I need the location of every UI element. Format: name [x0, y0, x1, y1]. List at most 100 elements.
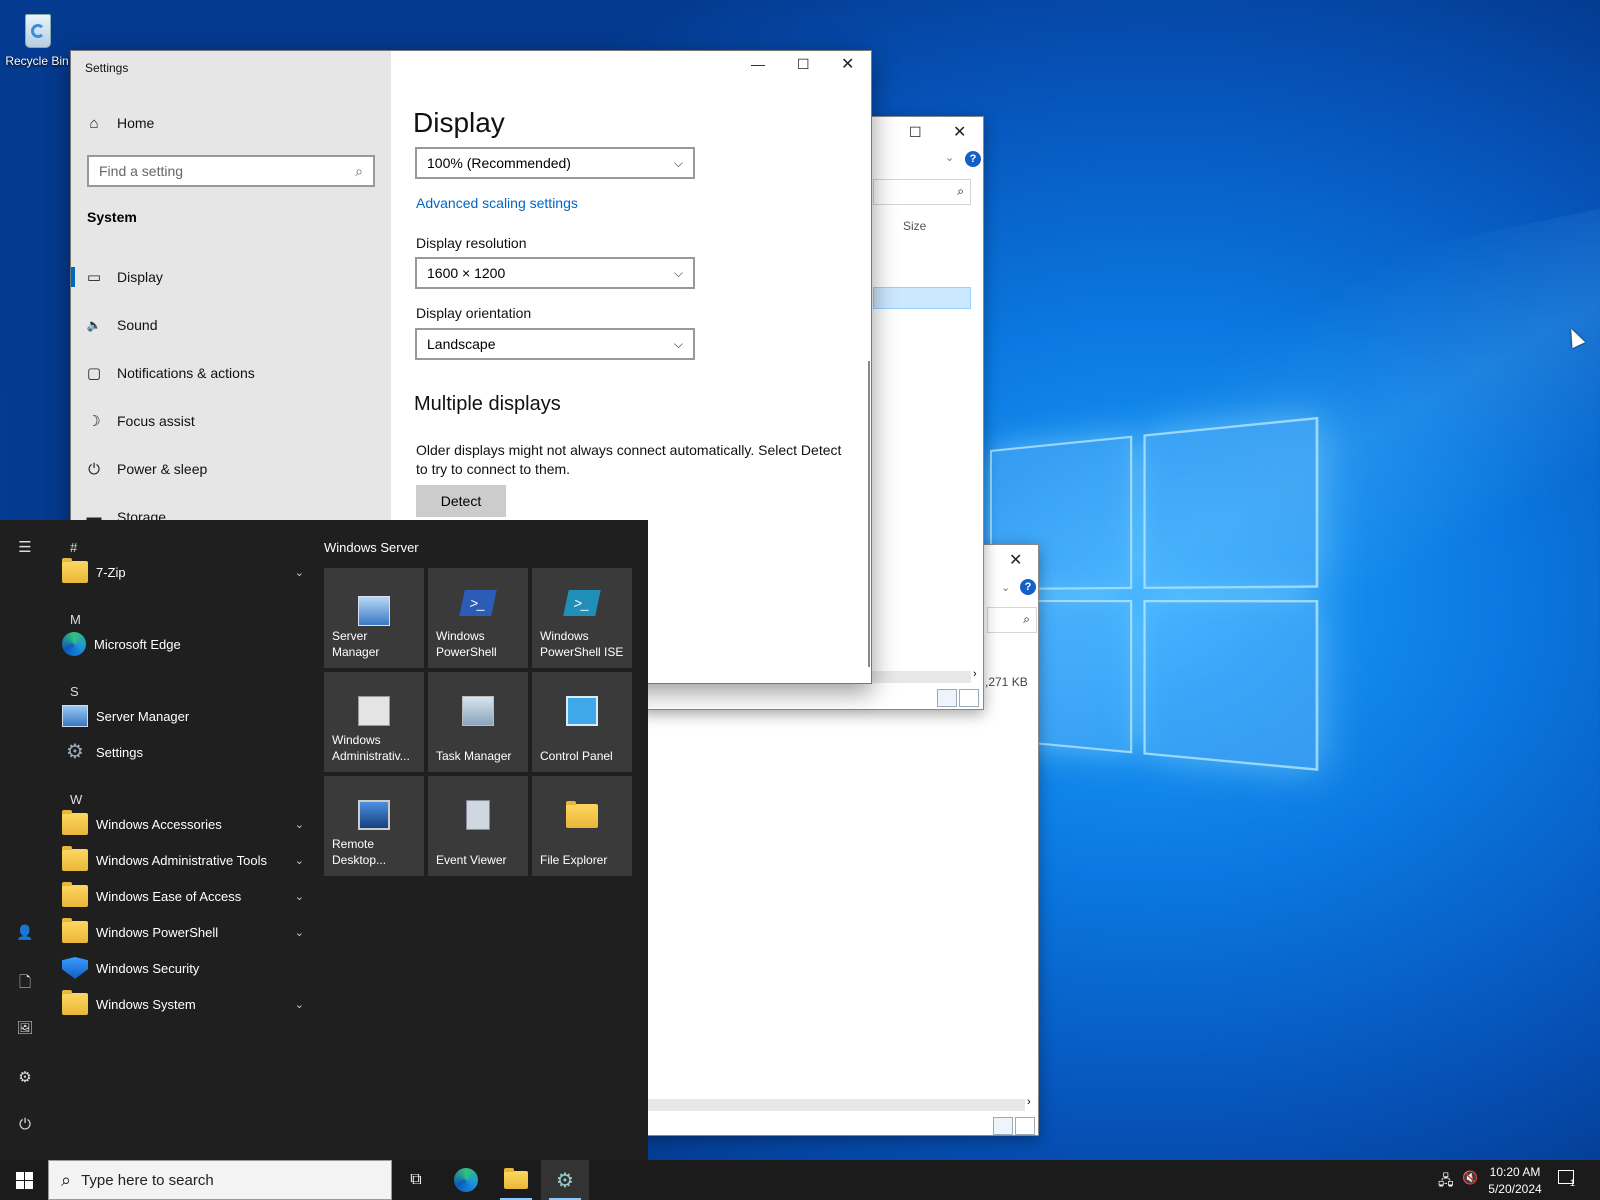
nav-power-sleep[interactable]: ⏻ Power & sleep	[71, 449, 391, 489]
app-7-zip[interactable]: 7-Zip ⌄	[62, 556, 312, 588]
power-icon: ⏻	[88, 460, 100, 478]
chevron-down-icon: ⌄	[294, 998, 304, 1011]
large-icons-view-button[interactable]	[1015, 1117, 1035, 1135]
start-button[interactable]	[0, 1160, 48, 1200]
chevron-down-icon: ⌄	[294, 926, 304, 939]
horizontal-scrollbar[interactable]	[641, 1099, 1025, 1111]
nav-notifications[interactable]: ▢ Notifications & actions	[71, 353, 391, 393]
settings-gear-icon[interactable]: ⚙	[14, 1068, 36, 1086]
letter-header-w[interactable]: W	[70, 792, 82, 807]
multiple-displays-text: Older displays might not always connect …	[416, 442, 842, 477]
app-label: Windows System	[96, 996, 196, 1012]
file-explorer-icon	[504, 1168, 528, 1189]
tile-control-panel[interactable]: Control Panel	[532, 672, 632, 772]
user-icon[interactable]: 👤	[14, 924, 36, 941]
chevron-down-icon: ⌵	[673, 336, 683, 351]
help-icon[interactable]: ?	[965, 151, 981, 167]
resolution-dropdown[interactable]: 1600 × 1200 ⌵	[415, 257, 695, 289]
hamburger-menu-icon[interactable]: ☰	[14, 538, 36, 556]
nav-sound[interactable]: 🔈 Sound	[71, 305, 391, 345]
search-box[interactable]: ⌕	[873, 179, 971, 205]
chevron-down-icon: ⌵	[673, 155, 683, 170]
task-manager-icon	[462, 696, 494, 726]
search-box[interactable]: ⌕	[987, 607, 1037, 633]
letter-header-s[interactable]: S	[70, 684, 79, 699]
nav-display[interactable]: ▭ Display	[71, 257, 391, 297]
scale-dropdown[interactable]: 100% (Recommended) ⌵	[415, 147, 695, 179]
pictures-icon[interactable]: 🖼	[14, 1020, 36, 1036]
app-windows-system[interactable]: Windows System ⌄	[62, 988, 312, 1020]
nav-home-label: Home	[117, 115, 155, 131]
tile-task-manager[interactable]: Task Manager	[428, 672, 528, 772]
taskbar-search-placeholder: Type here to search	[81, 1171, 214, 1189]
nav-focus-assist-label: Focus assist	[117, 413, 195, 429]
folder-icon	[62, 990, 88, 1015]
help-icon[interactable]: ?	[1020, 579, 1036, 595]
documents-icon[interactable]: 🗋	[14, 972, 36, 997]
nav-focus-assist[interactable]: ☽ Focus assist	[71, 401, 391, 441]
folder-icon	[62, 918, 88, 943]
chevron-down-icon[interactable]: ⌄	[945, 153, 954, 164]
clock[interactable]: 10:20 AM 5/20/2024	[1480, 1164, 1550, 1198]
app-settings[interactable]: ⚙ Settings	[62, 736, 312, 768]
find-setting-input[interactable]: Find a setting ⌕	[87, 155, 375, 187]
vertical-scrollbar[interactable]	[868, 361, 870, 667]
app-microsoft-edge[interactable]: Microsoft Edge	[62, 628, 312, 660]
maximize-button[interactable]: ☐	[797, 57, 810, 71]
close-button[interactable]: ✕	[841, 57, 854, 73]
letter-header-m[interactable]: M	[70, 612, 81, 627]
home-icon: ⌂	[89, 114, 99, 132]
app-windows-security[interactable]: Windows Security	[62, 952, 312, 984]
tile-file-explorer[interactable]: File Explorer	[532, 776, 632, 876]
advanced-scaling-link[interactable]: Advanced scaling settings	[416, 195, 578, 211]
powershell-icon: >_	[459, 590, 497, 616]
moon-icon: ☽	[87, 413, 101, 430]
scroll-right-icon[interactable]: ›	[1027, 1096, 1031, 1108]
close-icon[interactable]: ✕	[1009, 553, 1022, 569]
recycle-bin[interactable]: Recycle Bin	[4, 8, 70, 68]
app-windows-administrative-tools[interactable]: Windows Administrative Tools ⌄	[62, 844, 312, 876]
task-view-button[interactable]: ⧉	[392, 1160, 440, 1200]
details-view-button[interactable]	[937, 689, 957, 707]
detect-button[interactable]: Detect	[416, 485, 506, 517]
tile-server-manager[interactable]: Server Manager	[324, 568, 424, 668]
control-panel-icon	[566, 696, 598, 726]
tile-label: Control Panel	[540, 749, 613, 763]
power-icon[interactable]: ⏻	[14, 1116, 36, 1133]
chevron-down-icon: ⌄	[294, 818, 304, 831]
window-title: Settings	[85, 61, 129, 75]
multiple-displays-heading: Multiple displays	[414, 393, 561, 415]
scroll-right-icon[interactable]: ›	[973, 668, 977, 680]
nav-sound-label: Sound	[117, 317, 158, 333]
app-windows-accessories[interactable]: Windows Accessories ⌄	[62, 808, 312, 840]
folder-icon	[62, 810, 88, 835]
app-label: Windows Accessories	[96, 816, 222, 832]
taskbar-file-explorer[interactable]	[492, 1160, 540, 1200]
taskbar-search-box[interactable]: ⌕ Type here to search	[48, 1160, 392, 1200]
tile-windows-administrative-tools[interactable]: Windows Administrativ...	[324, 672, 424, 772]
taskbar-edge[interactable]	[442, 1160, 490, 1200]
taskbar-settings[interactable]: ⚙	[541, 1160, 589, 1200]
nav-home[interactable]: ⌂ Home	[71, 103, 391, 143]
app-windows-powershell[interactable]: Windows PowerShell ⌄	[62, 916, 312, 948]
selected-row[interactable]	[873, 287, 971, 309]
letter-header-hash[interactable]: #	[70, 540, 77, 555]
action-center-button[interactable]: 1	[1556, 1168, 1582, 1192]
large-icons-view-button[interactable]	[959, 689, 979, 707]
tile-remote-desktop[interactable]: Remote Desktop...	[324, 776, 424, 876]
tile-windows-powershell-ise[interactable]: >_ Windows PowerShell ISE	[532, 568, 632, 668]
close-icon[interactable]: ✕	[953, 125, 966, 141]
tile-event-viewer[interactable]: Event Viewer	[428, 776, 528, 876]
minimize-button[interactable]: —	[751, 57, 765, 71]
orientation-dropdown[interactable]: Landscape ⌵	[415, 328, 695, 360]
column-header-size[interactable]: Size	[903, 219, 926, 233]
details-view-button[interactable]	[993, 1117, 1013, 1135]
maximize-icon[interactable]: ☐	[909, 125, 922, 139]
app-windows-ease-of-access[interactable]: Windows Ease of Access ⌄	[62, 880, 312, 912]
network-icon[interactable]: 🖧	[1438, 1170, 1454, 1194]
volume-muted-icon[interactable]: 🔇	[1462, 1170, 1478, 1186]
tile-label: File Explorer	[540, 853, 608, 867]
tile-windows-powershell[interactable]: >_ Windows PowerShell	[428, 568, 528, 668]
app-server-manager[interactable]: Server Manager	[62, 700, 312, 732]
chevron-down-icon[interactable]: ⌄	[1001, 583, 1010, 594]
